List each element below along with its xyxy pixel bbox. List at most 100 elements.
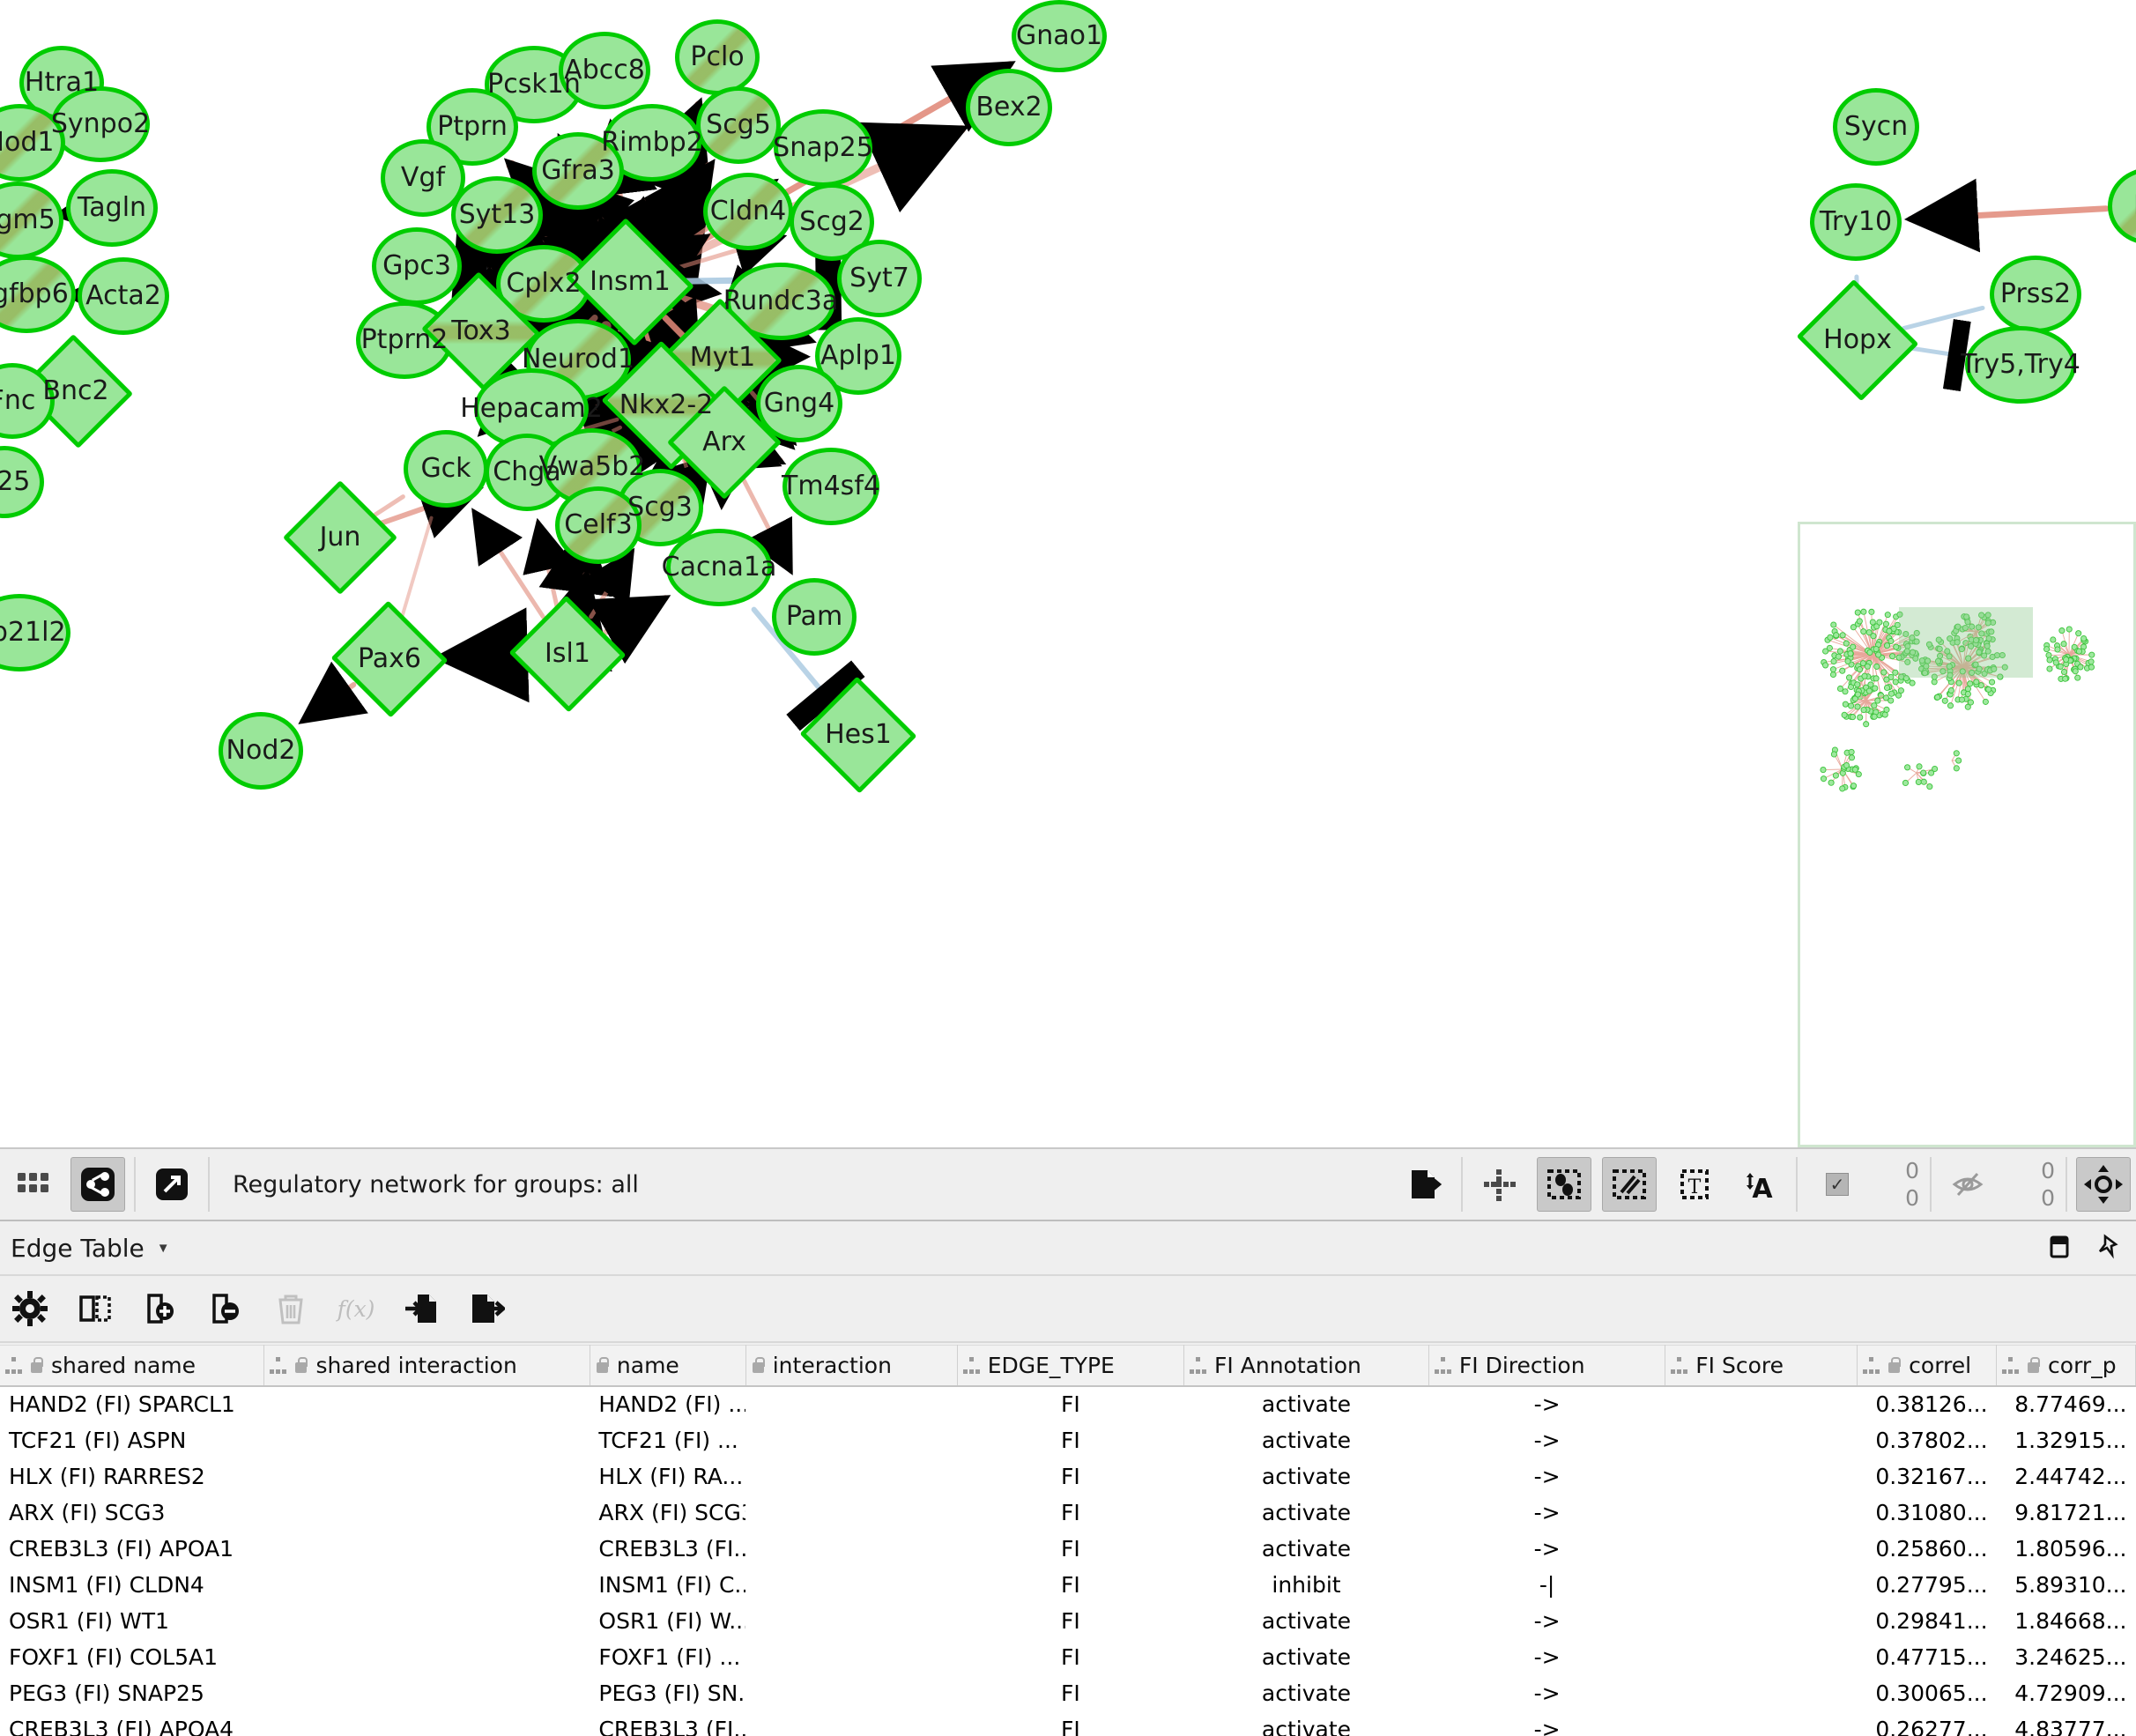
network-edge[interactable] bbox=[609, 196, 662, 253]
network-node[interactable]: Tox3 bbox=[421, 271, 541, 391]
network-node[interactable]: Gnao1 bbox=[1012, 0, 1107, 72]
node-label: Insm1 bbox=[590, 266, 671, 297]
network-node[interactable]: Pax6 bbox=[330, 600, 449, 718]
network-node[interactable]: Prss2 bbox=[1990, 256, 2081, 333]
birdseye-edge bbox=[1823, 768, 1843, 780]
column-header-fi_direction[interactable]: FI Direction bbox=[1428, 1345, 1666, 1387]
network-node[interactable]: Syt7 bbox=[837, 240, 922, 317]
column-header-label: FI Score bbox=[1695, 1352, 1784, 1378]
toggle-columns-icon[interactable] bbox=[74, 1287, 116, 1330]
network-view-icon[interactable] bbox=[70, 1157, 125, 1212]
network-node[interactable]: Jun bbox=[282, 479, 398, 596]
network-edge[interactable] bbox=[471, 508, 546, 619]
network-node[interactable]: Hes1 bbox=[799, 676, 917, 794]
network-node[interactable]: Pam bbox=[772, 578, 857, 656]
node-label: Vwa5b2 bbox=[538, 451, 646, 482]
network-node[interactable]: Igfbp6 bbox=[0, 256, 76, 333]
crosshair-icon[interactable] bbox=[2076, 1157, 2131, 1212]
birdseye-node bbox=[1982, 698, 1989, 705]
cell-correl: 0.47715... bbox=[1857, 1638, 1997, 1675]
network-node[interactable]: Cacna1a bbox=[662, 529, 776, 606]
settings-gear-icon[interactable] bbox=[9, 1287, 51, 1330]
birdseye-node bbox=[1926, 783, 1933, 790]
fit-content-icon[interactable] bbox=[1472, 1157, 1526, 1212]
network-node[interactable]: Sycn bbox=[1833, 88, 1919, 166]
table-row[interactable]: CREB3L3 (FI) APOA4 CREB3L3 (FI... FI activa… bbox=[0, 1710, 2136, 1736]
network-node[interactable]: Acta2 bbox=[78, 257, 169, 335]
network-edge[interactable] bbox=[400, 516, 434, 619]
birdseye-overview-panel[interactable] bbox=[1798, 522, 2136, 1147]
column-header-interaction[interactable]: interaction bbox=[745, 1345, 958, 1387]
float-window-icon[interactable] bbox=[2046, 1234, 2073, 1265]
cell-corr_p: 4.83777... bbox=[1996, 1710, 2136, 1736]
network-node[interactable]: B25 bbox=[0, 446, 44, 518]
network-canvas[interactable]: Htra1 Synpo2Nod1 Tagln Pgm5 Igfbp6 Acta2 Bnc2F… bbox=[0, 0, 2136, 1147]
table-row[interactable]: OSR1 (FI) WT1 OSR1 (FI) W... FI activate -> 0… bbox=[0, 1602, 2136, 1639]
network-edge[interactable] bbox=[298, 661, 368, 724]
network-node[interactable]: Gck bbox=[404, 430, 488, 508]
network-edge[interactable] bbox=[588, 595, 671, 664]
birdseye-node bbox=[1871, 702, 1878, 709]
pin-icon[interactable] bbox=[2095, 1233, 2122, 1265]
select-edges-icon[interactable] bbox=[1602, 1157, 1657, 1212]
table-row[interactable]: CREB3L3 (FI) APOA1 CREB3L3 (FI... FI activa… bbox=[0, 1530, 2136, 1567]
network-node[interactable]: Insm1 bbox=[566, 218, 694, 346]
remove-column-icon[interactable] bbox=[204, 1287, 247, 1330]
column-header-correl[interactable]: correl bbox=[1857, 1345, 1998, 1387]
import-table-icon[interactable] bbox=[400, 1287, 442, 1330]
network-node[interactable]: Ab21l2 bbox=[0, 594, 70, 671]
grid-view-icon[interactable] bbox=[5, 1157, 60, 1212]
table-tab-label[interactable]: Edge Table bbox=[11, 1234, 145, 1263]
birdseye-viewport-rect[interactable] bbox=[1899, 607, 2033, 678]
table-row[interactable]: HAND2 (FI) SPARCL1 HAND2 (FI) ... FI activa… bbox=[0, 1385, 2136, 1422]
network-node[interactable]: Re bbox=[2108, 167, 2136, 245]
panel-corner-controls bbox=[2046, 1221, 2136, 1276]
selection-checkbox[interactable]: ✓ bbox=[1826, 1173, 1849, 1196]
table-row[interactable]: PEG3 (FI) SNAP25 PEG3 (FI) SN... FI activat… bbox=[0, 1674, 2136, 1711]
node-label-move-icon[interactable]: A bbox=[1732, 1157, 1787, 1212]
network-node[interactable]: Hopx bbox=[1796, 278, 1919, 402]
network-node[interactable]: Try10 bbox=[1810, 183, 1902, 261]
table-row[interactable]: INSM1 (FI) CLDN4 INSM1 (FI) C... FI inhibit… bbox=[0, 1566, 2136, 1603]
node-label: Hes1 bbox=[825, 719, 892, 750]
network-node[interactable]: Bex2 bbox=[966, 69, 1052, 146]
network-node[interactable]: Pgm5 bbox=[0, 182, 63, 259]
chevron-down-icon[interactable]: ▼ bbox=[157, 1241, 170, 1256]
export-table-icon[interactable] bbox=[465, 1287, 508, 1330]
birdseye-node bbox=[1847, 650, 1854, 657]
column-header-corr_p[interactable]: corr_p bbox=[1996, 1345, 2136, 1387]
node-label: Ptprn2 bbox=[360, 324, 449, 355]
network-node[interactable]: Scg5 bbox=[696, 86, 781, 164]
table-row[interactable]: HLX (FI) RARRES2 HLX (FI) RA... FI activate… bbox=[0, 1458, 2136, 1495]
column-header-shared_name[interactable]: shared name bbox=[0, 1345, 265, 1387]
export-image-icon[interactable] bbox=[1398, 1157, 1452, 1212]
column-header-shared_interaction[interactable]: shared interaction bbox=[263, 1345, 590, 1387]
network-node[interactable]: Tagln bbox=[66, 169, 158, 247]
select-annotations-icon[interactable]: T bbox=[1667, 1157, 1722, 1212]
cell-correl: 0.38126... bbox=[1857, 1385, 1997, 1422]
network-node[interactable]: Cldn4 bbox=[703, 173, 793, 250]
column-header-name[interactable]: name bbox=[590, 1345, 746, 1387]
add-column-icon[interactable] bbox=[139, 1287, 182, 1330]
detach-view-icon[interactable] bbox=[145, 1157, 199, 1212]
network-node[interactable]: Try5,Try4 bbox=[1961, 326, 2080, 404]
network-edge[interactable] bbox=[1903, 178, 2110, 253]
cell-fi_score bbox=[1665, 1638, 1858, 1675]
column-header-fi_annotation[interactable]: FI Annotation bbox=[1183, 1345, 1429, 1387]
table-row[interactable]: FOXF1 (FI) COL5A1 FOXF1 (FI) ... FI activat… bbox=[0, 1638, 2136, 1675]
network-edge[interactable] bbox=[596, 214, 666, 300]
network-node[interactable]: Isl1 bbox=[508, 595, 627, 713]
birdseye-node bbox=[1869, 619, 1876, 626]
hidden-eye-icon[interactable] bbox=[1940, 1157, 1995, 1212]
network-node[interactable]: Pclo bbox=[675, 19, 760, 95]
column-header-fi_score[interactable]: FI Score bbox=[1665, 1345, 1858, 1387]
column-header-edge_type[interactable]: EDGE_TYPE bbox=[957, 1345, 1185, 1387]
select-nodes-icon[interactable] bbox=[1537, 1157, 1591, 1212]
svg-text:A: A bbox=[1752, 1174, 1773, 1203]
table-row[interactable]: ARX (FI) SCG3 ARX (FI) SCG3 FI activate -> 0.… bbox=[0, 1494, 2136, 1531]
network-node[interactable]: Nod2 bbox=[219, 712, 303, 790]
table-row[interactable]: TCF21 (FI) ASPN TCF21 (FI) ... FI activate -… bbox=[0, 1421, 2136, 1458]
network-node[interactable]: Tm4sf4 bbox=[782, 448, 880, 525]
edge-table-grid[interactable]: shared name shared interaction name interac… bbox=[0, 1345, 2136, 1736]
network-node[interactable]: Syt13 bbox=[451, 176, 543, 254]
